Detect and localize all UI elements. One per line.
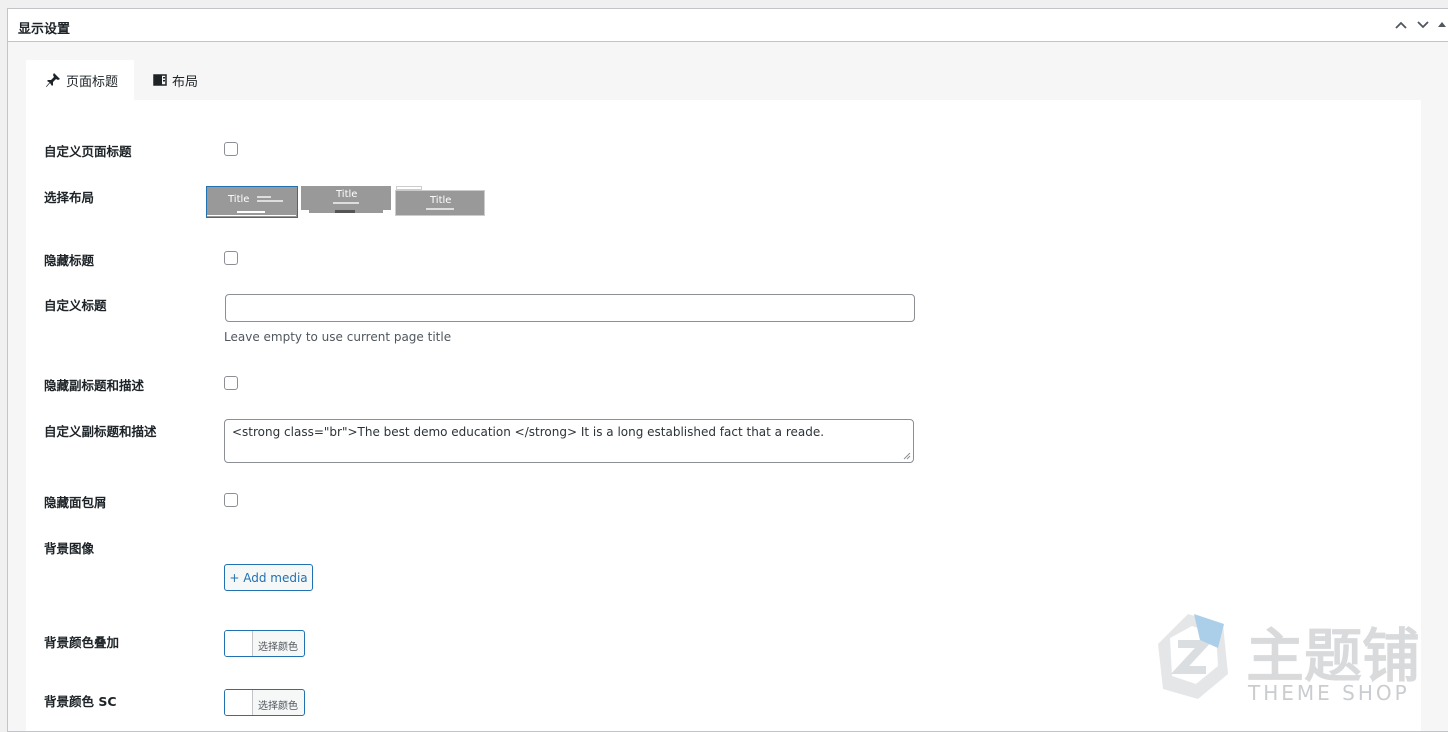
tab-page-title[interactable]: 页面标题 xyxy=(26,60,134,100)
custom-subtitle-textarea[interactable]: <strong class="br">The best demo educati… xyxy=(224,419,914,463)
custom-title-input[interactable] xyxy=(225,294,915,322)
hide-breadcrumb-label: 隐藏面包屑 xyxy=(44,495,107,510)
metabox-title: 显示设置 xyxy=(18,22,71,37)
tab-label: 布局 xyxy=(172,74,199,90)
custom-title-label: 自定义标题 xyxy=(44,298,107,313)
layout-options: Title Title Title xyxy=(206,186,496,218)
bg-color-sc-label: 背景颜色 SC xyxy=(44,694,117,709)
display-settings-metabox: 显示设置 页面标题 布局 自定义页面标题 选择布局 Title Title Ti… xyxy=(7,8,1448,732)
layout-label: 选择布局 xyxy=(44,190,95,205)
hide-subtitle-checkbox[interactable] xyxy=(224,376,238,390)
tab-layout[interactable]: 布局 xyxy=(134,60,214,100)
custom-title-hint: Leave empty to use current page title xyxy=(224,330,452,344)
hide-breadcrumb-checkbox[interactable] xyxy=(224,493,238,507)
pin-icon xyxy=(46,73,60,87)
bg-image-label: 背景图像 xyxy=(44,541,95,556)
tab-label: 页面标题 xyxy=(66,74,119,90)
select-color-label: 选择颜色 xyxy=(258,701,298,712)
layout-option-2[interactable]: Title xyxy=(301,186,391,216)
metabox-header: 显示设置 xyxy=(8,9,1448,42)
color-swatch xyxy=(225,631,253,656)
layout-icon xyxy=(153,74,167,86)
bg-color-sc-picker[interactable]: 选择颜色 xyxy=(224,689,305,716)
add-media-button[interactable]: + Add media xyxy=(224,564,313,591)
layout-option-title: Title xyxy=(430,195,452,206)
hide-title-checkbox[interactable] xyxy=(224,251,238,265)
metabox-content: 页面标题 布局 自定义页面标题 选择布局 Title Title Title 隐… xyxy=(8,42,1448,731)
bg-overlay-label: 背景颜色叠加 xyxy=(44,635,120,650)
chevron-up-icon[interactable] xyxy=(1391,15,1411,35)
layout-option-title: Title xyxy=(336,189,358,200)
custom-subtitle-label: 自定义副标题和描述 xyxy=(44,424,157,439)
custom-subtitle-text: <strong class="br">The best demo educati… xyxy=(232,425,825,439)
custom-page-title-checkbox[interactable] xyxy=(224,142,238,156)
page-title-panel: 自定义页面标题 选择布局 Title Title Title 隐藏标题 自定义标… xyxy=(26,100,1421,731)
resize-grip-icon[interactable] xyxy=(903,452,911,460)
select-color-label: 选择颜色 xyxy=(258,642,298,653)
bg-overlay-color-picker[interactable]: 选择颜色 xyxy=(224,630,305,657)
layout-option-3[interactable]: Title xyxy=(395,186,485,216)
chevron-down-icon[interactable] xyxy=(1413,15,1433,35)
triangle-up-icon[interactable] xyxy=(1436,15,1448,35)
layout-option-title: Title xyxy=(228,194,250,205)
hide-title-label: 隐藏标题 xyxy=(44,253,95,268)
custom-page-title-label: 自定义页面标题 xyxy=(44,144,132,159)
color-swatch xyxy=(225,690,253,715)
layout-option-1[interactable]: Title xyxy=(206,186,298,218)
hide-subtitle-label: 隐藏副标题和描述 xyxy=(44,378,145,393)
